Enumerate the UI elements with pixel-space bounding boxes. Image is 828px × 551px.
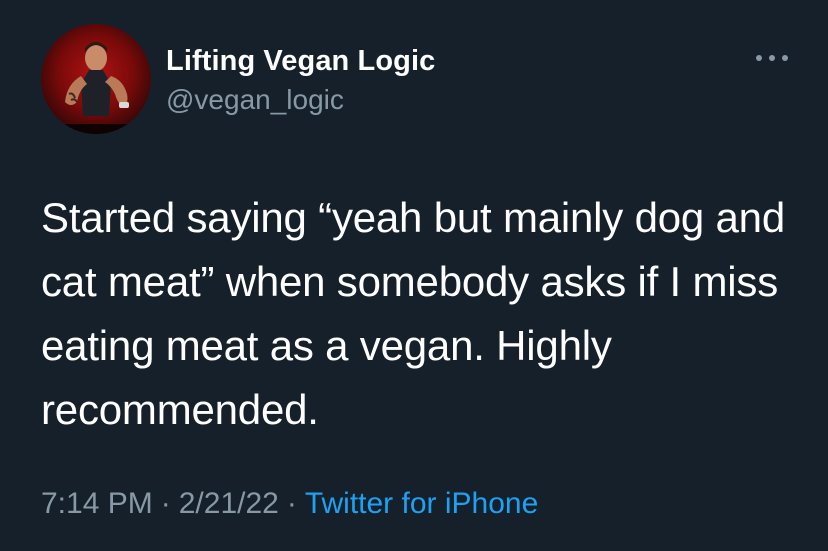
tweet-metadata: 7:14 PM · 2/21/22 · Twitter for iPhone	[41, 484, 538, 524]
ellipsis-icon	[756, 55, 762, 61]
author-avatar[interactable]	[41, 24, 151, 134]
meta-separator: ·	[160, 487, 171, 520]
tweet-card: Lifting Vegan Logic @vegan_logic Started…	[0, 0, 828, 551]
tweet-text: Started saying “yeah but mainly dog and …	[41, 194, 785, 433]
tweet-time[interactable]: 7:14 PM	[41, 487, 153, 520]
tweet-date[interactable]: 2/21/22	[179, 487, 279, 520]
author-display-name[interactable]: Lifting Vegan Logic	[166, 44, 435, 78]
avatar-photo-icon	[41, 42, 151, 134]
ellipsis-icon	[782, 55, 788, 61]
author-handle[interactable]: @vegan_logic	[166, 83, 435, 117]
meta-separator: ·	[286, 487, 297, 520]
author-info[interactable]: Lifting Vegan Logic @vegan_logic	[166, 44, 435, 117]
more-options-button[interactable]	[756, 48, 788, 68]
ellipsis-icon	[769, 55, 775, 61]
tweet-source-link[interactable]: Twitter for iPhone	[305, 487, 538, 520]
